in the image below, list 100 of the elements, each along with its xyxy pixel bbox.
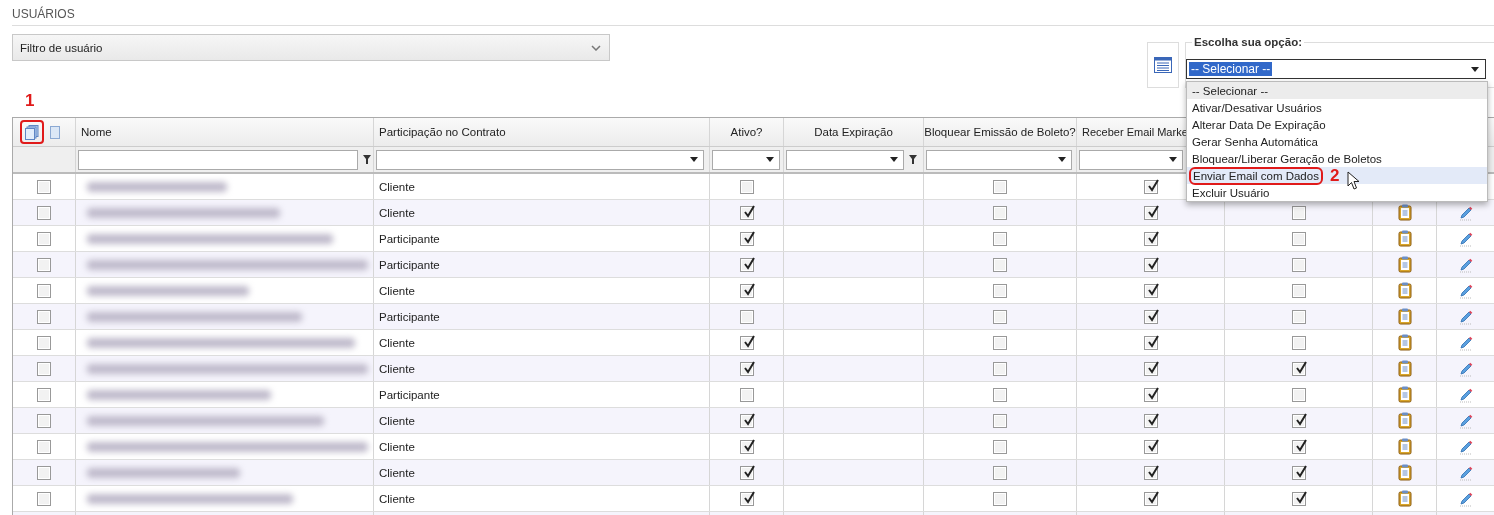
checkbox[interactable] [993,179,1007,194]
checked-checkbox[interactable] [1143,413,1158,428]
checkbox[interactable] [37,413,51,428]
clipboard-icon[interactable] [1397,412,1412,429]
pencil-icon[interactable] [1457,490,1474,507]
checkbox[interactable] [993,491,1007,506]
filter-icon[interactable] [909,155,917,164]
checkbox[interactable] [37,205,51,220]
checked-checkbox[interactable] [1143,387,1158,402]
checked-checkbox[interactable] [739,413,754,428]
pencil-icon[interactable] [1457,438,1474,455]
checked-checkbox[interactable] [1143,205,1158,220]
clipboard-icon[interactable] [1397,490,1412,507]
checkbox[interactable] [993,413,1007,428]
name-filter-field[interactable] [78,149,358,170]
clipboard-icon[interactable] [1397,386,1412,403]
filter-icon[interactable] [363,155,371,164]
pencil-icon[interactable] [1457,464,1474,481]
column-header[interactable]: Nome [76,118,374,146]
checkbox[interactable] [1291,283,1306,298]
checked-checkbox[interactable] [1143,179,1158,194]
pencil-icon[interactable] [1457,230,1474,247]
checked-checkbox[interactable] [739,361,754,376]
checked-checkbox[interactable] [1143,257,1158,272]
checkbox[interactable] [37,439,51,454]
checkbox[interactable] [993,283,1007,298]
checked-checkbox[interactable] [739,205,754,220]
clipboard-icon[interactable] [1397,464,1412,481]
column-header[interactable]: Ativo? [710,118,784,146]
filter-dropdown[interactable] [376,149,704,170]
pencil-icon[interactable] [1457,386,1474,403]
column-header[interactable]: Participação no Contrato [374,118,710,146]
clipboard-icon[interactable] [1397,256,1412,273]
checkbox[interactable] [1291,387,1306,402]
page-icon[interactable] [50,125,60,139]
option-item[interactable]: Gerar Senha Automática [1187,133,1487,150]
checkbox[interactable] [739,179,754,194]
checked-checkbox[interactable] [1291,361,1306,376]
pencil-icon[interactable] [1457,412,1474,429]
checkbox[interactable] [37,309,51,324]
checkbox[interactable] [1291,335,1306,350]
checkbox[interactable] [37,231,51,246]
checked-checkbox[interactable] [739,439,754,454]
column-header[interactable]: Receber Email Marke [1082,126,1188,138]
checked-checkbox[interactable] [739,283,754,298]
checked-checkbox[interactable] [1291,439,1306,454]
clipboard-icon[interactable] [1397,360,1412,377]
pencil-icon[interactable] [1457,256,1474,273]
option-item[interactable]: Bloquear/Liberar Geração de Boletos [1187,150,1487,167]
option-item[interactable]: Alterar Data De Expiração [1187,116,1487,133]
checkbox[interactable] [1291,257,1306,272]
checked-checkbox[interactable] [1143,309,1158,324]
checkbox[interactable] [1291,309,1306,324]
clipboard-icon[interactable] [1397,438,1412,455]
checkbox[interactable] [1291,205,1306,220]
checkbox[interactable] [37,257,51,272]
checkbox[interactable] [37,465,51,480]
checkbox[interactable] [993,387,1007,402]
select-all-button[interactable] [20,120,44,144]
filter-dropdown[interactable] [1079,149,1183,170]
checkbox[interactable] [1291,231,1306,246]
action-select[interactable]: -- Selecionar -- [1186,59,1486,79]
list-view-button[interactable] [1147,42,1179,88]
pencil-icon[interactable] [1457,308,1474,325]
checked-checkbox[interactable] [739,231,754,246]
user-filter-panel[interactable]: Filtro de usuário [12,34,610,61]
checked-checkbox[interactable] [739,465,754,480]
pencil-icon[interactable] [1457,334,1474,351]
checked-checkbox[interactable] [1143,335,1158,350]
checked-checkbox[interactable] [1291,413,1306,428]
checked-checkbox[interactable] [1143,361,1158,376]
checkbox[interactable] [993,257,1007,272]
column-header[interactable]: Data Expiração [784,118,924,146]
checked-checkbox[interactable] [1143,283,1158,298]
checked-checkbox[interactable] [1143,465,1158,480]
checkbox[interactable] [993,439,1007,454]
checkbox[interactable] [37,283,51,298]
checked-checkbox[interactable] [1291,491,1306,506]
clipboard-icon[interactable] [1397,230,1412,247]
checkbox[interactable] [739,387,754,402]
clipboard-icon[interactable] [1397,308,1412,325]
pencil-icon[interactable] [1457,360,1474,377]
checked-checkbox[interactable] [739,257,754,272]
pencil-icon[interactable] [1457,282,1474,299]
checked-checkbox[interactable] [739,491,754,506]
filter-dropdown[interactable] [926,149,1072,170]
checkbox[interactable] [37,335,51,350]
checkbox[interactable] [37,491,51,506]
checkbox[interactable] [993,335,1007,350]
option-item[interactable]: Ativar/Desativar Usuários [1187,99,1487,116]
filter-dropdown[interactable] [786,149,904,170]
checked-checkbox[interactable] [1143,439,1158,454]
checked-checkbox[interactable] [1143,231,1158,246]
checkbox[interactable] [993,465,1007,480]
clipboard-icon[interactable] [1397,282,1412,299]
checkbox[interactable] [37,387,51,402]
checkbox[interactable] [993,205,1007,220]
checked-checkbox[interactable] [739,335,754,350]
column-header[interactable]: Bloquear Emissão de Boleto? [924,118,1077,146]
pencil-icon[interactable] [1457,204,1474,221]
